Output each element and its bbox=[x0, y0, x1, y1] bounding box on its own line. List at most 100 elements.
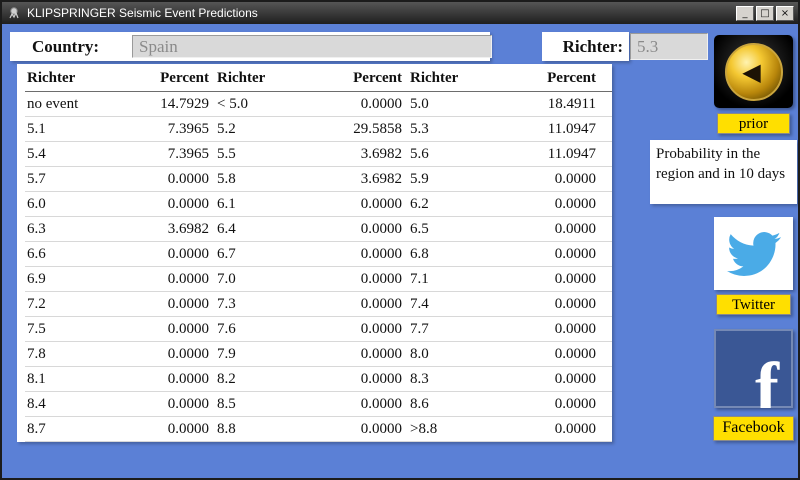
percent-cell: 0.0000 bbox=[508, 396, 602, 413]
table-row: 5.70.00005.83.69825.90.0000 bbox=[25, 167, 612, 192]
richter-cell: 7.2 bbox=[25, 296, 123, 313]
percent-cell: 0.0000 bbox=[123, 346, 215, 363]
richter-cell: no event bbox=[25, 96, 123, 113]
percent-cell: 0.0000 bbox=[315, 346, 408, 363]
prior-button[interactable]: prior bbox=[717, 113, 790, 134]
minimize-button[interactable]: _ bbox=[736, 6, 754, 21]
percent-cell: 0.0000 bbox=[508, 346, 602, 363]
richter-cell: 5.1 bbox=[25, 121, 123, 138]
percent-cell: 0.0000 bbox=[123, 271, 215, 288]
percent-cell: 0.0000 bbox=[123, 421, 215, 438]
seismograph-icon bbox=[6, 5, 22, 21]
table-row: 7.20.00007.30.00007.40.0000 bbox=[25, 292, 612, 317]
richter-cell: 6.4 bbox=[215, 221, 315, 238]
percent-cell: 0.0000 bbox=[315, 196, 408, 213]
richter-cell: 8.5 bbox=[215, 396, 315, 413]
percent-cell: 0.0000 bbox=[123, 371, 215, 388]
twitter-image-button[interactable] bbox=[714, 217, 793, 290]
table-row: 8.40.00008.50.00008.60.0000 bbox=[25, 392, 612, 417]
richter-cell: < 5.0 bbox=[215, 96, 315, 113]
header-percent: Percent bbox=[315, 70, 408, 87]
richter-cell: 7.3 bbox=[215, 296, 315, 313]
richter-cell: 6.0 bbox=[25, 196, 123, 213]
percent-cell: 0.0000 bbox=[508, 421, 602, 438]
richter-cell: 5.2 bbox=[215, 121, 315, 138]
richter-label: Richter: bbox=[563, 37, 623, 57]
percent-cell: 0.0000 bbox=[508, 221, 602, 238]
richter-cell: 5.7 bbox=[25, 171, 123, 188]
table-row: 5.47.39655.53.69825.611.0947 bbox=[25, 142, 612, 167]
maximize-button[interactable]: □ bbox=[756, 6, 774, 21]
percent-cell: 0.0000 bbox=[123, 396, 215, 413]
percent-cell: 0.0000 bbox=[315, 321, 408, 338]
country-input[interactable] bbox=[132, 35, 492, 58]
twitter-button[interactable]: Twitter bbox=[716, 294, 791, 315]
richter-cell: 7.0 bbox=[215, 271, 315, 288]
percent-cell: 0.0000 bbox=[508, 296, 602, 313]
percent-cell: 0.0000 bbox=[315, 246, 408, 263]
facebook-image-button[interactable]: f bbox=[714, 329, 793, 408]
richter-cell: 7.6 bbox=[215, 321, 315, 338]
twitter-bird-icon bbox=[727, 227, 781, 281]
richter-cell: 5.4 bbox=[25, 146, 123, 163]
country-label: Country: bbox=[32, 37, 99, 57]
richter-cell: 7.5 bbox=[25, 321, 123, 338]
prior-image-button[interactable]: ◀ bbox=[714, 35, 793, 108]
header-percent: Percent bbox=[508, 70, 602, 87]
percent-cell: 0.0000 bbox=[508, 321, 602, 338]
richter-cell: 5.8 bbox=[215, 171, 315, 188]
richter-cell: 7.4 bbox=[408, 296, 508, 313]
prediction-table-body: no event14.7929< 5.00.00005.018.49115.17… bbox=[25, 92, 612, 442]
close-button[interactable]: × bbox=[776, 6, 794, 21]
country-panel: Country: bbox=[10, 32, 490, 61]
header-percent: Percent bbox=[123, 70, 215, 87]
percent-cell: 0.0000 bbox=[508, 196, 602, 213]
richter-cell: 8.3 bbox=[408, 371, 508, 388]
facebook-button[interactable]: Facebook bbox=[713, 416, 794, 441]
table-row: 7.80.00007.90.00008.00.0000 bbox=[25, 342, 612, 367]
richter-cell: 8.6 bbox=[408, 396, 508, 413]
table-row: 6.00.00006.10.00006.20.0000 bbox=[25, 192, 612, 217]
percent-cell: 11.0947 bbox=[508, 121, 602, 138]
percent-cell: 18.4911 bbox=[508, 96, 602, 113]
richter-cell: >8.8 bbox=[408, 421, 508, 438]
percent-cell: 3.6982 bbox=[315, 146, 408, 163]
richter-panel: Richter: bbox=[542, 32, 629, 61]
percent-cell: 0.0000 bbox=[123, 246, 215, 263]
richter-cell: 6.7 bbox=[215, 246, 315, 263]
facebook-f-icon: f bbox=[755, 352, 779, 408]
prediction-table: RichterPercentRichterPercentRichterPerce… bbox=[17, 64, 612, 442]
table-row: 5.17.39655.229.58585.311.0947 bbox=[25, 117, 612, 142]
percent-cell: 0.0000 bbox=[315, 421, 408, 438]
richter-cell: 8.2 bbox=[215, 371, 315, 388]
richter-cell: 6.8 bbox=[408, 246, 508, 263]
table-row: 6.60.00006.70.00006.80.0000 bbox=[25, 242, 612, 267]
table-row: 6.33.69826.40.00006.50.0000 bbox=[25, 217, 612, 242]
percent-cell: 0.0000 bbox=[508, 271, 602, 288]
richter-cell: 7.8 bbox=[25, 346, 123, 363]
richter-cell: 7.1 bbox=[408, 271, 508, 288]
app-window: KLIPSPRINGER Seismic Event Predictions _… bbox=[0, 0, 800, 480]
richter-cell: 8.8 bbox=[215, 421, 315, 438]
back-arrow-glyph: ◀ bbox=[742, 60, 760, 84]
richter-cell: 8.1 bbox=[25, 371, 123, 388]
richter-cell: 6.6 bbox=[25, 246, 123, 263]
back-arrow-icon: ◀ bbox=[725, 43, 783, 101]
percent-cell: 14.7929 bbox=[123, 96, 215, 113]
richter-cell: 5.5 bbox=[215, 146, 315, 163]
richter-input[interactable] bbox=[630, 33, 708, 60]
richter-cell: 6.3 bbox=[25, 221, 123, 238]
richter-cell: 8.7 bbox=[25, 421, 123, 438]
percent-cell: 0.0000 bbox=[315, 371, 408, 388]
window-controls: _ □ × bbox=[736, 6, 794, 21]
percent-cell: 0.0000 bbox=[315, 96, 408, 113]
window-title: KLIPSPRINGER Seismic Event Predictions bbox=[27, 6, 736, 20]
title-bar: KLIPSPRINGER Seismic Event Predictions _… bbox=[2, 2, 798, 24]
percent-cell: 3.6982 bbox=[123, 221, 215, 238]
percent-cell: 11.0947 bbox=[508, 146, 602, 163]
table-row: no event14.7929< 5.00.00005.018.4911 bbox=[25, 92, 612, 117]
header-richter: Richter bbox=[25, 70, 123, 87]
percent-cell: 3.6982 bbox=[315, 171, 408, 188]
percent-cell: 0.0000 bbox=[123, 171, 215, 188]
percent-cell: 7.3965 bbox=[123, 121, 215, 138]
